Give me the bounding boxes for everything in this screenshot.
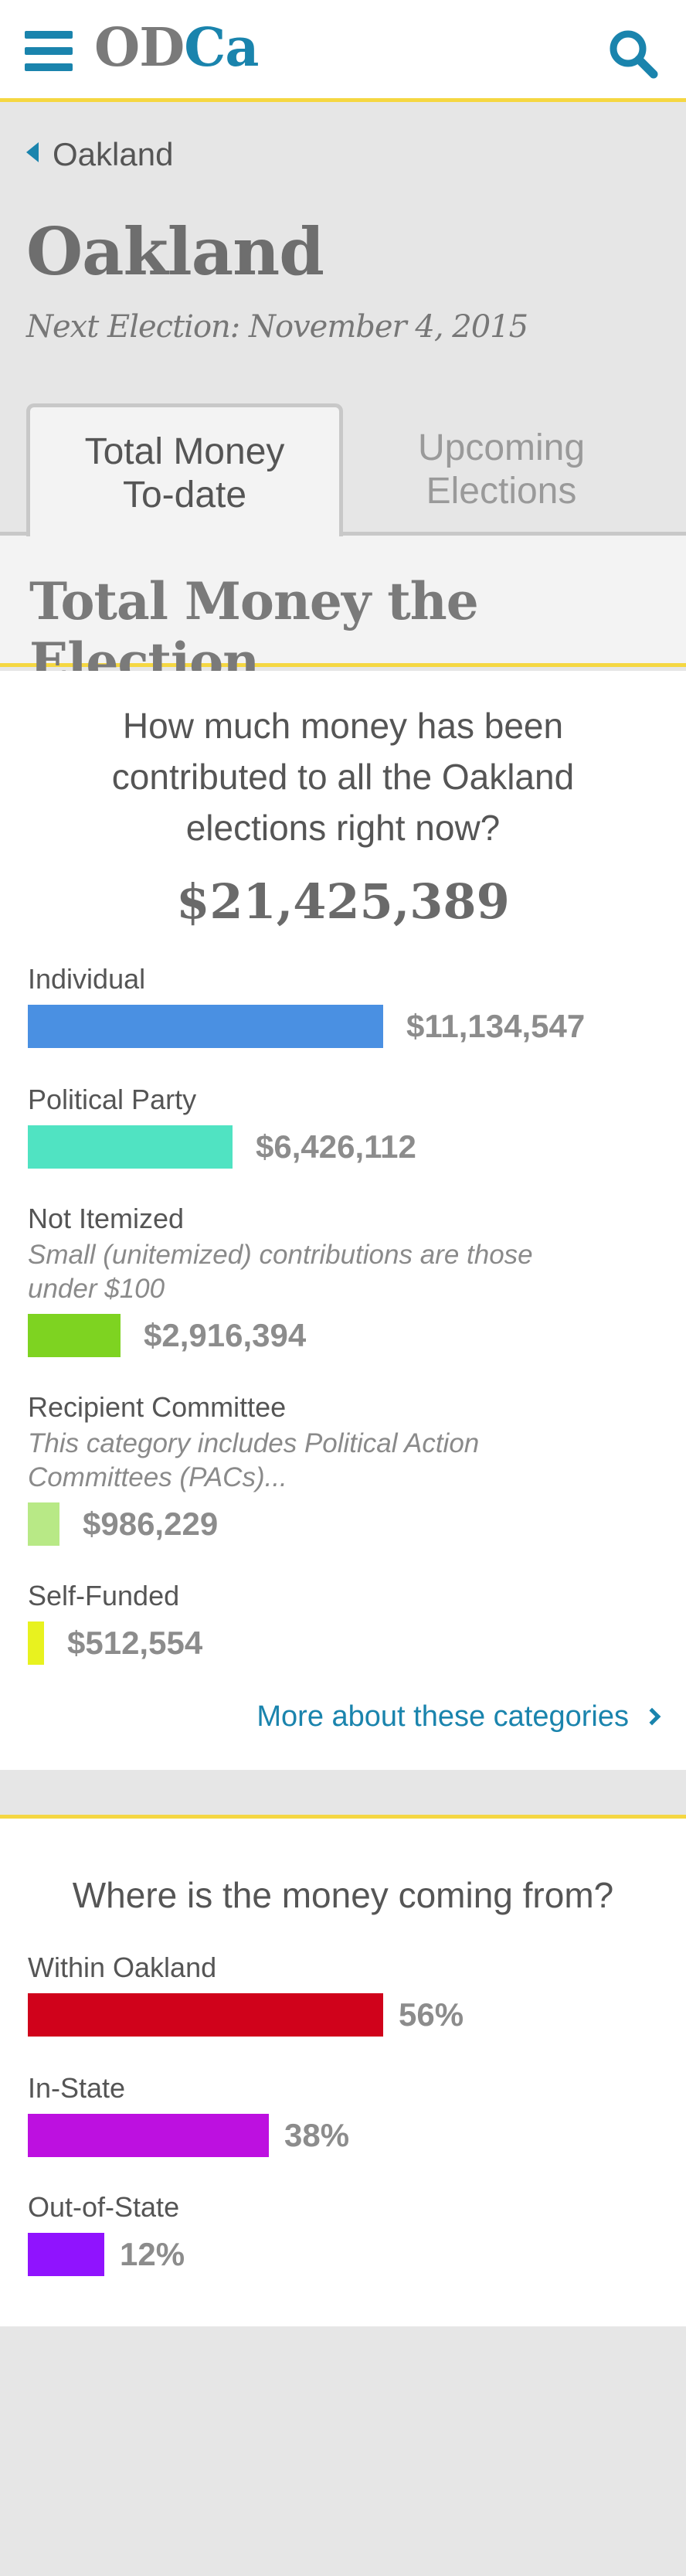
bar-recipient-committee [28,1502,59,1546]
value-self-funded: $512,554 [67,1625,203,1661]
category-label-recipient-committee: Recipient Committee [28,1391,287,1423]
tab-label-line1: Upcoming [417,427,586,468]
desc-line: Small (unitemized) contributions are tho… [28,1240,533,1270]
question-line: contributed to all the Oakland [111,757,575,797]
value-not-itemized: $2,916,394 [144,1317,307,1353]
value-out-of-state: 12% [120,2236,185,2272]
bar-self-funded [28,1621,44,1665]
logo-od: OD [94,17,185,79]
more-about-categories-link[interactable]: More about these categories [256,1700,661,1734]
question-line: How much money has been [122,706,564,746]
origin-question: Where is the money coming from? [72,1875,614,1915]
category-label-not-itemized: Not Itemized [28,1203,185,1234]
tab-label-line2: To-date [122,475,247,516]
search-icon[interactable] [607,28,658,79]
bar-within-oakland [28,1993,383,2037]
origin-label-within-oakland: Within Oakland [28,1952,217,1983]
desc-line: under $100 [28,1274,165,1304]
category-label-individual: Individual [28,963,146,995]
bar-not-itemized [28,1314,121,1357]
bar-individual [28,1005,383,1048]
total-contributions: $21,425,389 [176,873,510,930]
next-election-date: Next Election: November 4, 2015 [26,309,528,345]
caret-left-icon [26,142,39,162]
bar-in-state [28,2114,269,2157]
category-desc-not-itemized: Small (unitemized) contributions are tho… [28,1238,615,1306]
tab-label-line2: Elections [426,471,577,512]
tab-total-money[interactable]: Total Money To-date [26,403,343,536]
bar-out-of-state [28,2233,104,2276]
bar-political-party [28,1125,233,1169]
value-recipient-committee: $986,229 [83,1506,219,1542]
page-title: Oakland [26,213,324,290]
more-link-label: More about these categories [256,1700,629,1733]
value-individual: $11,134,547 [406,1008,586,1044]
tab-upcoming-elections[interactable]: Upcoming Elections [343,403,660,535]
desc-line: This category includes Political Action [28,1428,480,1458]
category-label-political-party: Political Party [28,1084,197,1115]
breadcrumb-label: Oakland [53,136,174,172]
contributions-card: How much money has been contributed to a… [0,671,686,1770]
origin-label-out-of-state: Out-of-State [28,2191,180,2223]
origin-card: Where is the money coming from? Within O… [0,1815,686,2326]
chevron-right-icon [643,1707,661,1726]
category-desc-recipient-committee: This category includes Political Action … [28,1427,615,1495]
hamburger-menu-icon[interactable] [25,31,73,71]
desc-line: Committees (PACs)... [28,1462,287,1492]
question-line: elections right now? [185,808,501,848]
top-bar: ODCa [0,0,686,102]
contributions-question: How much money has been contributed to a… [46,700,640,853]
section-header: Total Money the Election [0,536,686,692]
logo-ca: Ca [184,17,259,79]
origin-label-in-state: In-State [28,2072,126,2104]
site-logo[interactable]: ODCa [94,17,259,79]
value-political-party: $6,426,112 [256,1128,416,1165]
category-label-self-funded: Self-Funded [28,1580,180,1611]
value-within-oakland: 56% [399,1996,464,2033]
breadcrumb[interactable]: Oakland [26,136,173,173]
tab-label-line1: Total Money [84,431,285,472]
value-in-state: 38% [284,2117,350,2153]
